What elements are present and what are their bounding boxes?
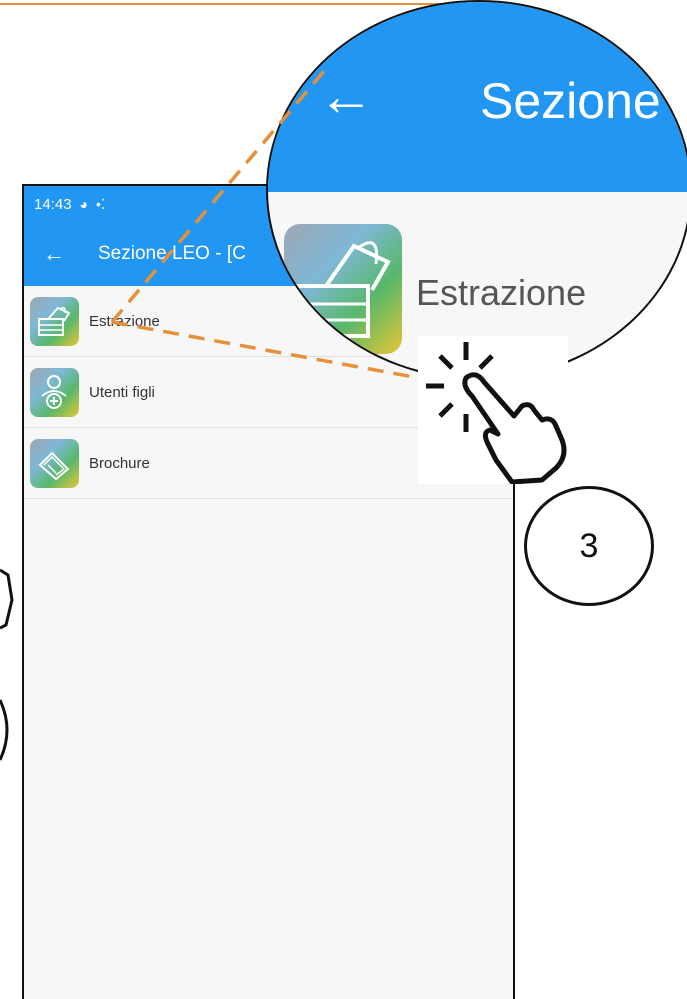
tap-gesture-box xyxy=(418,336,568,485)
step-number-badge: 3 xyxy=(524,486,654,606)
tap-hand-icon xyxy=(426,342,567,485)
step-number: 3 xyxy=(579,526,599,565)
